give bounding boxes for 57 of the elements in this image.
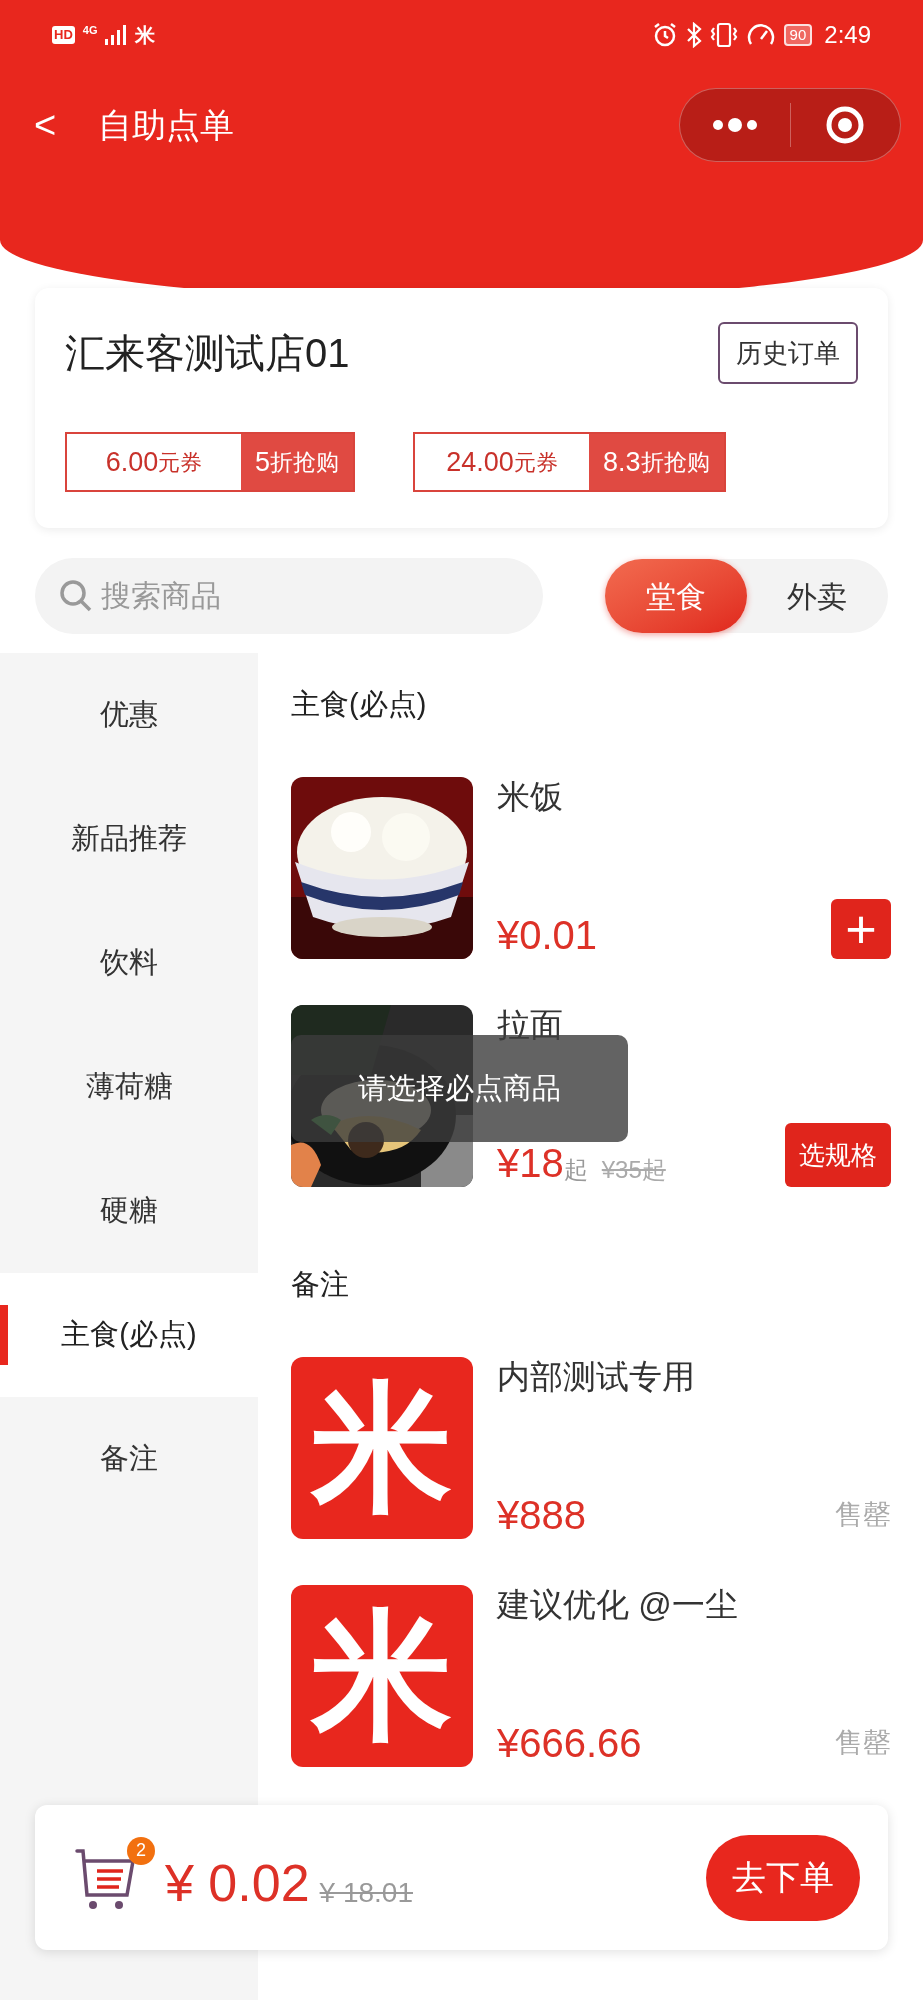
price-suffix: 起 bbox=[563, 1155, 588, 1185]
app-notification-icon: 米 bbox=[135, 20, 156, 50]
add-button[interactable]: + bbox=[831, 899, 891, 959]
product-price: ¥0.01 bbox=[497, 912, 598, 959]
category-item[interactable]: 硬糖 bbox=[0, 1149, 258, 1273]
category-item[interactable]: 薄荷糖 bbox=[0, 1025, 258, 1149]
coupon-amount: 6.00 bbox=[105, 445, 159, 479]
product-price: ¥18 bbox=[497, 1140, 564, 1187]
checkout-button[interactable]: 去下单 bbox=[706, 1834, 860, 1921]
coupon-amount: 24.00 bbox=[446, 445, 514, 479]
coupon[interactable]: 24.00元券 8.3折抢购 bbox=[413, 432, 726, 492]
category-item[interactable]: 饮料 bbox=[0, 901, 258, 1025]
store-name: 汇来客测试店01 bbox=[65, 330, 350, 377]
signal-icon bbox=[105, 25, 128, 45]
discount-rate: 5 bbox=[255, 445, 271, 479]
sold-out-label: 售罄 bbox=[835, 1498, 891, 1532]
product-name: 米饭 bbox=[497, 777, 564, 817]
cart-total: ¥ 0.02 bbox=[165, 1852, 310, 1913]
bluetooth-icon bbox=[685, 22, 702, 48]
category-item[interactable]: 优惠 bbox=[0, 653, 258, 777]
more-icon[interactable] bbox=[710, 118, 759, 132]
category-item[interactable]: 备注 bbox=[0, 1397, 258, 1521]
history-orders-button[interactable]: 历史订单 bbox=[718, 322, 858, 384]
product-price: ¥666.66 bbox=[497, 1720, 642, 1767]
discount-label: 折抢购 bbox=[270, 447, 340, 477]
logo: 米 bbox=[291, 1357, 473, 1539]
select-spec-button[interactable]: 选规格 bbox=[785, 1123, 891, 1187]
sold-out-label: 售罄 bbox=[835, 1726, 891, 1760]
clock-time: 2:49 bbox=[824, 20, 871, 50]
network-label: 4G bbox=[82, 24, 98, 36]
logo: 米 bbox=[291, 1585, 473, 1767]
product-name: 建议优化 @一尘 bbox=[497, 1585, 739, 1625]
product-price: ¥888 bbox=[497, 1492, 586, 1539]
vibrate-icon bbox=[709, 22, 738, 48]
coupon-unit: 元券 bbox=[513, 448, 558, 477]
section-title: 备注 bbox=[291, 1267, 350, 1302]
discount-rate: 8.3 bbox=[603, 445, 641, 479]
search-field[interactable]: 搜索商品 bbox=[35, 558, 543, 634]
hd-badge: HD bbox=[52, 26, 75, 44]
category-item[interactable]: 主食(必点) bbox=[0, 1273, 258, 1397]
search-icon bbox=[59, 579, 93, 613]
mode-tab[interactable]: 堂食 bbox=[605, 559, 747, 633]
product-name: 内部测试专用 bbox=[497, 1357, 696, 1397]
mode-tab[interactable]: 外卖 bbox=[746, 559, 888, 633]
page-title: 自助点单 bbox=[98, 104, 235, 146]
close-target-icon[interactable] bbox=[825, 105, 866, 145]
coupon-unit: 元券 bbox=[158, 448, 203, 477]
cart-count-badge: 2 bbox=[127, 1836, 155, 1865]
toast-message: 请选择必点商品 bbox=[291, 1035, 628, 1142]
category-item[interactable]: 新品推荐 bbox=[0, 777, 258, 901]
cart-original-total: ¥ 18.01 bbox=[319, 1875, 413, 1910]
battery-level: 90 bbox=[783, 24, 813, 46]
section-title: 主食(必点) bbox=[291, 687, 428, 722]
discount-label: 折抢购 bbox=[640, 447, 710, 477]
coupon[interactable]: 6.00元券 5折抢购 bbox=[65, 432, 356, 492]
original-price: ¥35起 bbox=[601, 1155, 666, 1185]
back-button[interactable]: < bbox=[34, 106, 57, 144]
